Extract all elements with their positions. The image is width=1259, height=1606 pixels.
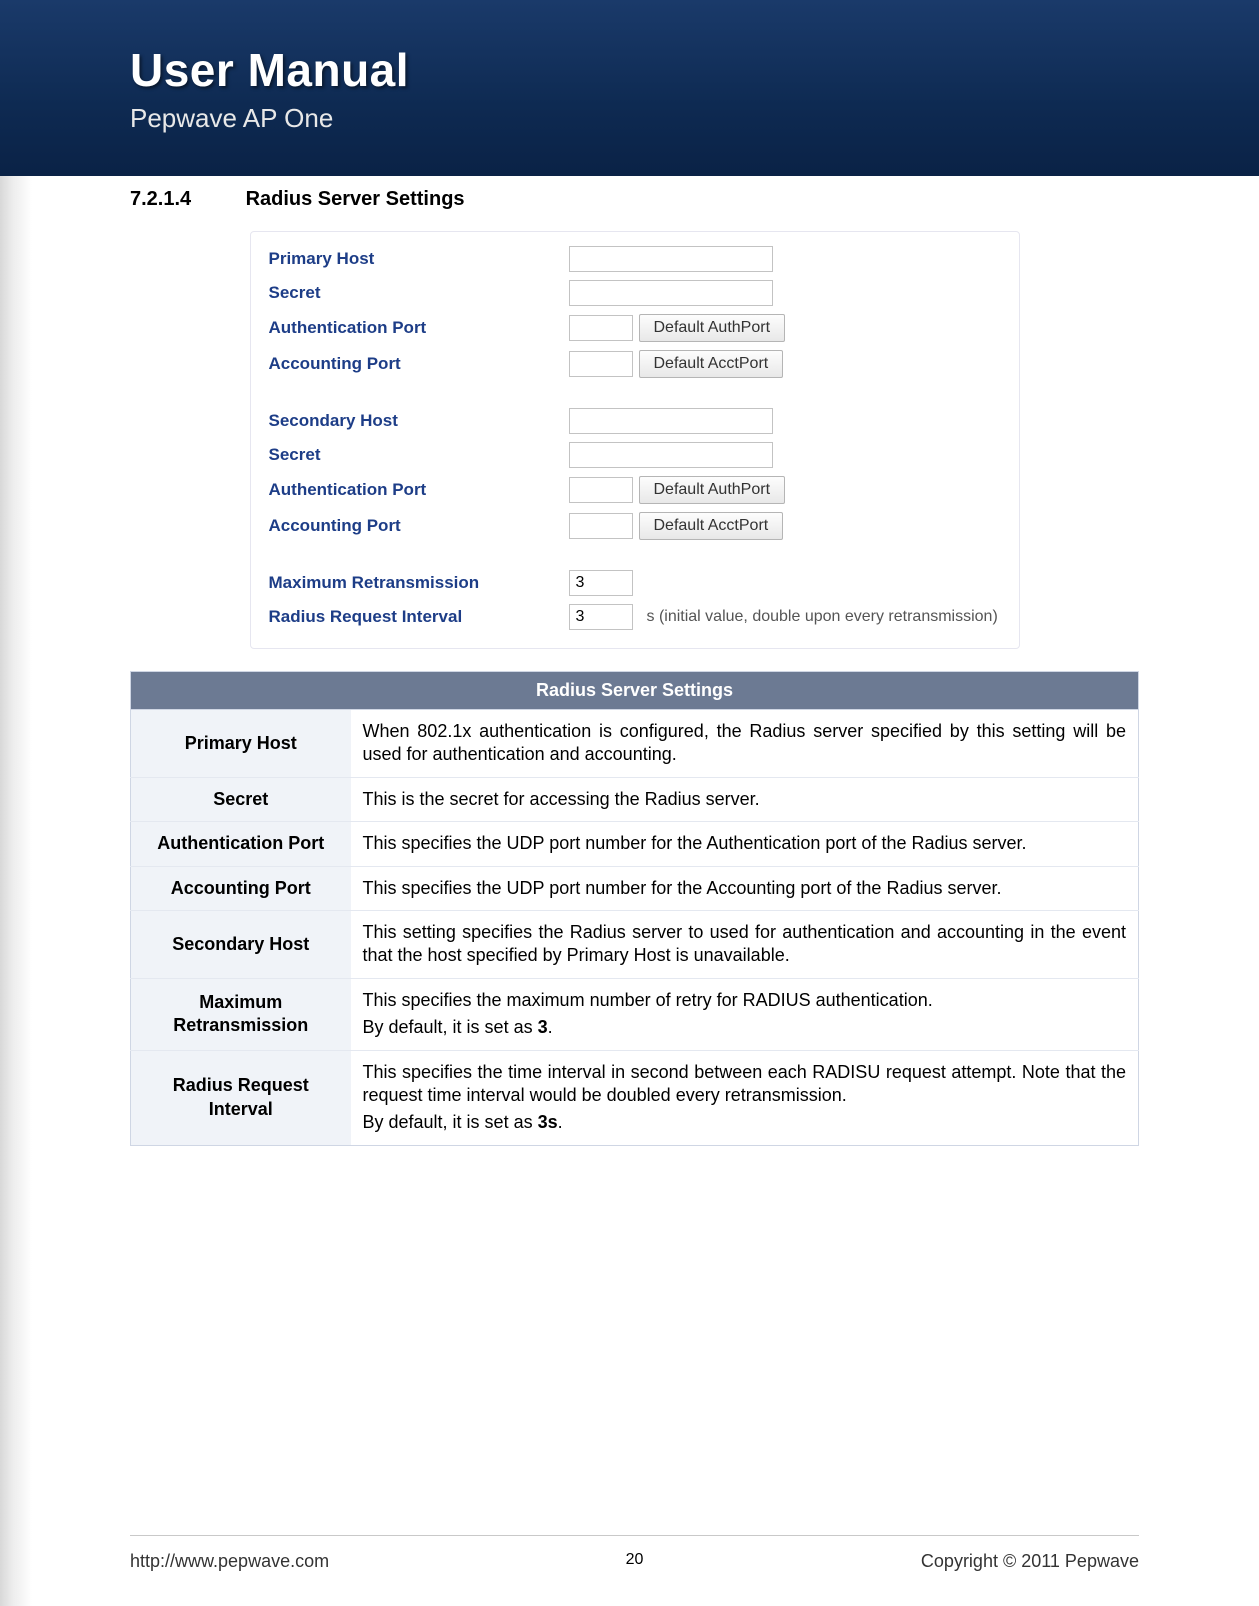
secondary-auth-port-label: Authentication Port	[269, 480, 569, 500]
primary-host-group: Primary Host Secret Authentication Port …	[251, 238, 1019, 390]
request-interval-input[interactable]	[569, 604, 633, 630]
secondary-acct-port-input[interactable]	[569, 513, 633, 539]
row-value-max-retrans: This specifies the maximum number of ret…	[351, 978, 1139, 1050]
secondary-default-authport-button[interactable]: Default AuthPort	[639, 476, 786, 504]
primary-host-input[interactable]	[569, 246, 773, 272]
primary-acct-port-label: Accounting Port	[269, 354, 569, 374]
primary-host-label: Primary Host	[269, 249, 569, 269]
secondary-host-label: Secondary Host	[269, 411, 569, 431]
table-row: Radius Request Interval This specifies t…	[131, 1050, 1139, 1145]
req-interval-text1: This specifies the time interval in seco…	[363, 1061, 1127, 1108]
section-heading: 7.2.1.4 Radius Server Settings	[130, 188, 1139, 211]
page-footer: http://www.pepwave.com 20 Copyright © 20…	[130, 1551, 1139, 1572]
req-interval-text2: By default, it is set as 3s.	[363, 1111, 1127, 1134]
primary-secret-input[interactable]	[569, 280, 773, 306]
row-value-primary-host: When 802.1x authentication is configured…	[351, 710, 1139, 778]
table-row: Maximum Retransmission This specifies th…	[131, 978, 1139, 1050]
row-value-acct-port: This specifies the UDP port number for t…	[351, 866, 1139, 910]
secondary-auth-port-input[interactable]	[569, 477, 633, 503]
max-retrans-text2: By default, it is set as 3.	[363, 1016, 1127, 1039]
section-number: 7.2.1.4	[130, 188, 240, 211]
page-left-shadow	[0, 0, 32, 1606]
row-label-req-interval: Radius Request Interval	[131, 1050, 351, 1145]
request-interval-label: Radius Request Interval	[269, 607, 569, 627]
radius-form-panel: Primary Host Secret Authentication Port …	[250, 231, 1020, 649]
row-label-acct-port: Accounting Port	[131, 866, 351, 910]
row-value-auth-port: This specifies the UDP port number for t…	[351, 822, 1139, 866]
retransmission-group: Maximum Retransmission Radius Request In…	[251, 562, 1019, 642]
footer-page-number: 20	[466, 1551, 802, 1572]
row-value-req-interval: This specifies the time interval in seco…	[351, 1050, 1139, 1145]
secondary-host-input[interactable]	[569, 408, 773, 434]
secondary-secret-input[interactable]	[569, 442, 773, 468]
primary-auth-port-label: Authentication Port	[269, 318, 569, 338]
primary-secret-label: Secret	[269, 283, 569, 303]
secondary-default-acctport-button[interactable]: Default AcctPort	[639, 512, 784, 540]
row-value-secret: This is the secret for accessing the Rad…	[351, 777, 1139, 821]
table-row: Authentication Port This specifies the U…	[131, 822, 1139, 866]
row-label-secret: Secret	[131, 777, 351, 821]
table-header: Radius Server Settings	[131, 672, 1139, 710]
primary-default-acctport-button[interactable]: Default AcctPort	[639, 350, 784, 378]
secondary-secret-label: Secret	[269, 445, 569, 465]
primary-auth-port-input[interactable]	[569, 315, 633, 341]
primary-default-authport-button[interactable]: Default AuthPort	[639, 314, 786, 342]
footer-copyright: Copyright © 2011 Pepwave	[803, 1551, 1139, 1572]
secondary-host-group: Secondary Host Secret Authentication Por…	[251, 400, 1019, 552]
max-retrans-text1: This specifies the maximum number of ret…	[363, 989, 1127, 1012]
manual-header-band: User Manual Pepwave AP One	[0, 0, 1259, 176]
primary-acct-port-input[interactable]	[569, 351, 633, 377]
row-label-primary-host: Primary Host	[131, 710, 351, 778]
page-content: 7.2.1.4 Radius Server Settings Primary H…	[130, 188, 1139, 1146]
table-row: Primary Host When 802.1x authentication …	[131, 710, 1139, 778]
footer-divider	[130, 1535, 1139, 1536]
footer-url: http://www.pepwave.com	[130, 1551, 466, 1572]
table-row: Secondary Host This setting specifies th…	[131, 910, 1139, 978]
row-label-max-retrans: Maximum Retransmission	[131, 978, 351, 1050]
row-value-secondary-host: This setting specifies the Radius server…	[351, 910, 1139, 978]
max-retransmission-input[interactable]	[569, 570, 633, 596]
manual-title: User Manual	[130, 43, 1259, 97]
request-interval-hint: s (initial value, double upon every retr…	[647, 608, 998, 626]
max-retransmission-label: Maximum Retransmission	[269, 573, 569, 593]
secondary-acct-port-label: Accounting Port	[269, 516, 569, 536]
row-label-auth-port: Authentication Port	[131, 822, 351, 866]
manual-subtitle: Pepwave AP One	[130, 103, 1259, 134]
row-label-secondary-host: Secondary Host	[131, 910, 351, 978]
section-title: Radius Server Settings	[246, 188, 465, 210]
table-row: Secret This is the secret for accessing …	[131, 777, 1139, 821]
table-row: Accounting Port This specifies the UDP p…	[131, 866, 1139, 910]
settings-description-table: Radius Server Settings Primary Host When…	[130, 671, 1139, 1146]
